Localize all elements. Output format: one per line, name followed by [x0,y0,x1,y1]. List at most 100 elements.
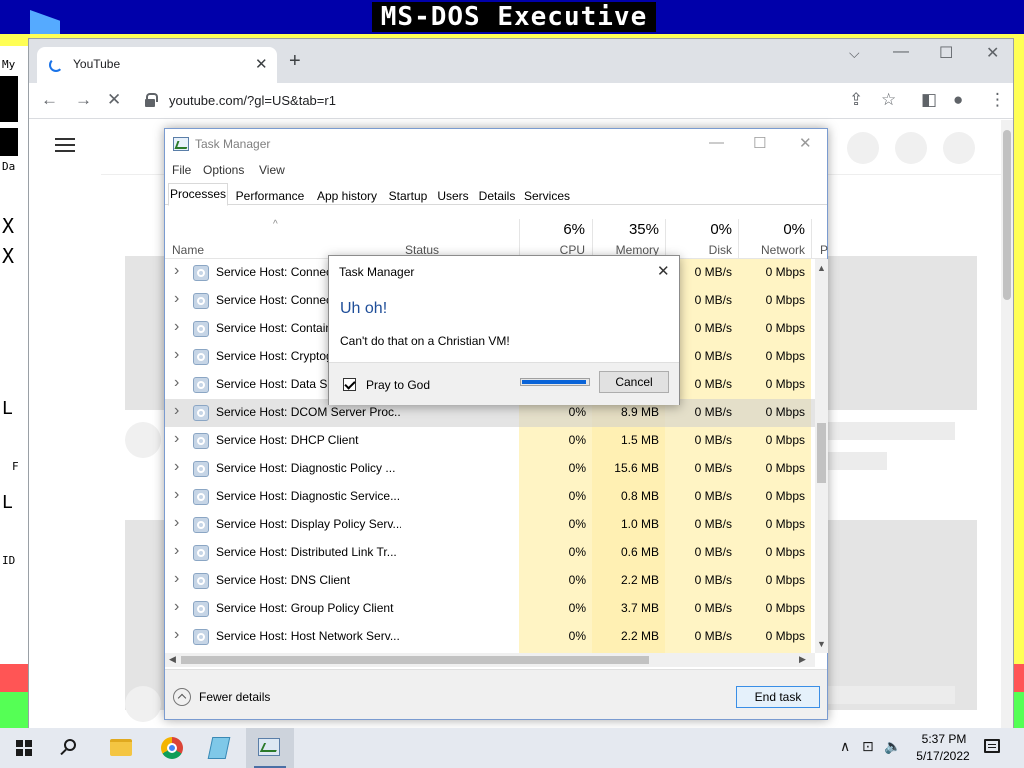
menu-options[interactable]: Options [203,163,244,177]
share-icon[interactable]: ⇪ [849,90,863,110]
clock-date[interactable]: 5/17/2022 [910,749,976,763]
profile-avatar-icon[interactable]: ● [953,90,963,110]
volume-icon[interactable]: 🔈 [884,738,901,755]
network-icon[interactable]: ⊡ [862,738,874,755]
page-scrollbar[interactable] [1001,120,1013,729]
maximize-button[interactable]: ☐ [753,134,766,152]
vertical-scrollbar-thumb[interactable] [817,423,826,483]
dialog-title: Task Manager [339,265,415,279]
table-row[interactable]: › Service Host: DNS Client 0% 2.2 MB 0 MB/s 0… [165,567,815,595]
task-manager-taskbar-button[interactable] [246,728,294,768]
notification-icon[interactable] [984,739,1000,753]
chrome-button[interactable] [148,728,196,768]
notebook-icon [207,737,231,759]
dos-text-fragment: F [12,460,19,473]
tab-app-history[interactable]: App history [311,185,383,205]
expand-chevron-icon[interactable]: › [174,402,179,420]
vertical-scrollbar[interactable]: ▲ ▼ [815,259,828,653]
table-row[interactable]: › Service Host: Display Policy Serv... 0% 1… [165,511,815,539]
close-button[interactable]: ✕ [799,134,812,152]
end-task-button[interactable]: End task [736,686,820,708]
expand-chevron-icon[interactable]: › [174,458,179,476]
scroll-down-icon[interactable]: ▼ [817,639,826,649]
file-explorer-button[interactable] [98,728,146,768]
tab-search-icon[interactable]: ⌵ [849,45,860,62]
hamburger-menu-icon[interactable] [55,138,75,152]
minimize-button[interactable]: — [709,134,724,151]
expand-chevron-icon[interactable]: › [174,318,179,336]
table-row[interactable]: › Service Host: Host Network Serv... 0% 2.2… [165,623,815,651]
search-button[interactable] [48,728,96,768]
page-scrollbar-thumb[interactable] [1003,130,1011,300]
horizontal-scrollbar-thumb[interactable] [181,656,649,664]
new-tab-button[interactable]: + [289,51,301,71]
dos-file-area: My Da X X L F L ID [0,46,28,728]
tab-youtube[interactable]: YouTube ✕ [37,47,277,83]
expand-chevron-icon[interactable]: › [174,626,179,644]
start-button[interactable] [0,728,48,768]
url-text[interactable]: youtube.com/?gl=US&tab=r1 [169,93,336,108]
scroll-right-icon[interactable]: ▶ [799,654,806,665]
service-gear-icon [193,349,209,365]
address-bar[interactable]: youtube.com/?gl=US&tab=r1 [137,87,907,115]
clock-time[interactable]: 5:37 PM [914,732,974,746]
expand-chevron-icon[interactable]: › [174,262,179,280]
expand-chevron-icon[interactable]: › [174,374,179,392]
tray-chevron-icon[interactable]: ∧ [840,738,850,755]
fewer-details-link[interactable]: Fewer details [199,690,270,704]
checkbox-label[interactable]: Pray to God [366,378,430,392]
menu-view[interactable]: View [259,163,285,177]
table-row[interactable]: › Service Host: Diagnostic Service... 0% 0.… [165,483,815,511]
stop-loading-icon[interactable]: ✕ [107,90,121,110]
table-row[interactable]: › Service Host: DHCP Client 0% 1.5 MB 0 MB/s… [165,427,815,455]
chevron-up-icon[interactable] [173,688,191,706]
forward-icon[interactable]: → [75,90,92,110]
process-memory: 15.6 MB [614,461,659,475]
taskbar: ∧ ⊡ 🔈 5:37 PM 5/17/2022 [0,728,1024,768]
cancel-button[interactable]: Cancel [599,371,669,393]
horizontal-scrollbar[interactable]: ◀ ▶ [165,653,815,667]
notebook-app-button[interactable] [196,728,244,768]
tab-users[interactable]: Users [435,185,471,205]
expand-chevron-icon[interactable]: › [174,290,179,308]
expand-chevron-icon[interactable]: › [174,542,179,560]
back-icon[interactable]: ← [41,90,58,110]
table-row[interactable]: › Service Host: Distributed Link Tr... 0% 0… [165,539,815,567]
close-button[interactable]: ✕ [986,43,999,63]
tab-services[interactable]: Services [521,185,573,205]
side-panel-icon[interactable]: ◧ [921,90,937,110]
column-power[interactable]: P [820,243,828,257]
expand-chevron-icon[interactable]: › [174,598,179,616]
expand-chevron-icon[interactable]: › [174,486,179,504]
process-name: Service Host: Diagnostic Policy ... [216,461,396,475]
tab-details[interactable]: Details [475,185,519,205]
maximize-button[interactable]: ☐ [939,43,953,63]
minimize-button[interactable]: — [893,43,909,61]
table-row[interactable]: › Service Host: Diagnostic Policy ... 0% 15… [165,455,815,483]
bookmark-star-icon[interactable]: ☆ [881,90,896,110]
scroll-up-icon[interactable]: ▲ [817,263,826,273]
dialog-close-icon[interactable]: ✕ [657,262,670,280]
column-network[interactable]: Network [738,243,805,257]
process-cpu: 0% [568,433,586,447]
expand-chevron-icon[interactable]: › [174,430,179,448]
tab-close-icon[interactable]: ✕ [255,55,268,73]
tab-performance[interactable]: Performance [231,185,309,205]
menu-file[interactable]: File [172,163,191,177]
chrome-menu-icon[interactable]: ⋮ [989,90,1006,110]
expand-chevron-icon[interactable]: › [174,570,179,588]
process-name: Service Host: Display Policy Serv... [216,517,401,531]
task-manager-titlebar[interactable]: Task Manager — ☐ ✕ [165,129,827,159]
tab-title: YouTube [73,57,121,71]
tab-startup[interactable]: Startup [385,185,431,205]
tab-processes[interactable]: Processes [168,183,228,206]
lock-icon[interactable] [145,93,158,107]
windows-logo-icon [16,740,32,756]
pray-checkbox[interactable] [343,378,356,391]
column-name[interactable]: Name [172,243,204,257]
expand-chevron-icon[interactable]: › [174,514,179,532]
table-row[interactable]: › Service Host: Group Policy Client 0% 3.7 … [165,595,815,623]
process-memory: 1.0 MB [620,517,659,531]
scroll-left-icon[interactable]: ◀ [169,654,176,665]
expand-chevron-icon[interactable]: › [174,346,179,364]
